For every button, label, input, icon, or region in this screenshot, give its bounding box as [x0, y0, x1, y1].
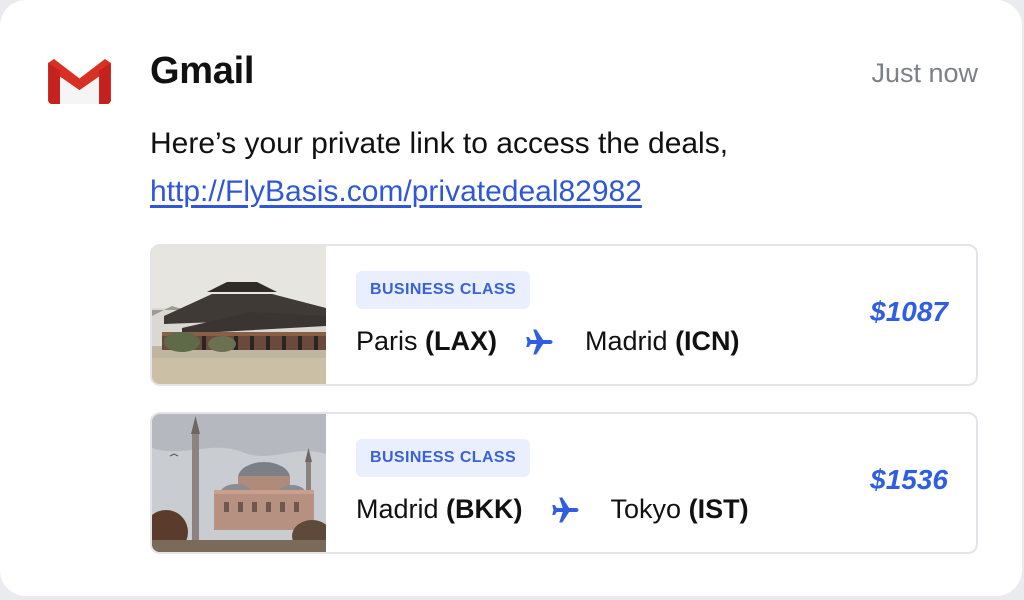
app-name: Gmail — [150, 50, 255, 92]
origin-code: (BKK) — [446, 494, 523, 524]
airplane-icon — [526, 329, 553, 354]
mosque-photo — [152, 414, 326, 552]
deal-price: $1536 — [870, 464, 948, 495]
deal-price: $1087 — [870, 296, 948, 327]
palace-photo — [152, 246, 326, 384]
origin-city: Madrid — [356, 494, 439, 524]
origin-code: (LAX) — [425, 326, 498, 356]
deal-card[interactable]: BUSINESS CLASS Paris (LAX) Madrid (ICN) … — [150, 244, 978, 386]
timestamp: Just now — [871, 58, 978, 88]
destination-code: (ICN) — [675, 326, 740, 356]
destination-city: Tokyo — [610, 494, 682, 524]
message-body: Here’s your private link to access the d… — [150, 120, 990, 216]
deal-card[interactable]: BUSINESS CLASS Madrid (BKK) Tokyo (IST) … — [150, 412, 978, 554]
message-text: Here’s your private link to access the d… — [150, 127, 729, 160]
airplane-icon — [551, 497, 579, 522]
destination-city: Madrid — [585, 326, 668, 356]
origin-city: Paris — [356, 326, 418, 356]
class-badge: BUSINESS CLASS — [356, 439, 531, 477]
class-badge: BUSINESS CLASS — [356, 271, 531, 309]
private-deal-link[interactable]: http://FlyBasis.com/privatedeal82982 — [150, 175, 642, 208]
flight-route: Paris (LAX) Madrid (ICN) — [356, 326, 740, 357]
flight-route: Madrid (BKK) Tokyo (IST) — [356, 494, 749, 525]
destination-code: (IST) — [688, 494, 749, 524]
gmail-logo-icon — [48, 58, 111, 104]
notification-card[interactable]: Gmail Just now Here’s your private link … — [0, 0, 1022, 596]
